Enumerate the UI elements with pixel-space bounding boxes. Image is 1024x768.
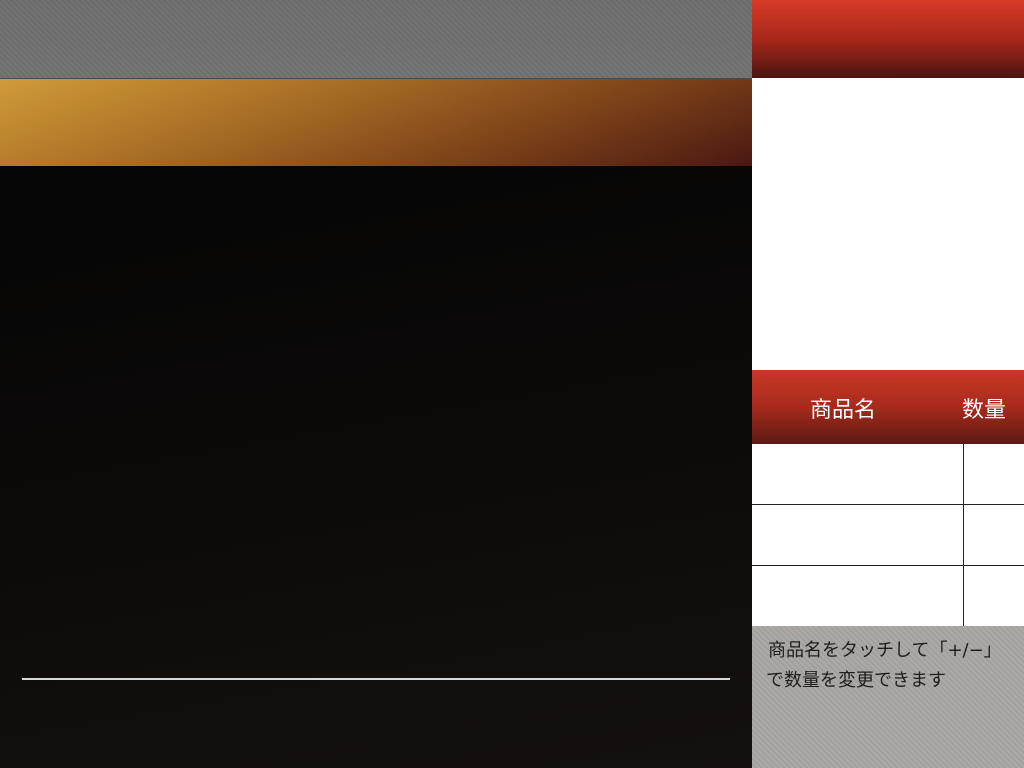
order-summary-area: [752, 78, 1024, 370]
order-row[interactable]: [752, 505, 1024, 566]
order-cell-product-name[interactable]: [752, 444, 964, 504]
divider-line: [22, 678, 730, 680]
order-row[interactable]: [752, 444, 1024, 505]
order-panel-header-bar: [752, 0, 1024, 78]
order-screen: 商品名 数量 商品名をタッチして「+/−」 で数量を変更できます: [0, 0, 1024, 768]
order-cell-product-name[interactable]: [752, 566, 964, 626]
order-row[interactable]: [752, 566, 1024, 627]
instruction-panel: 商品名をタッチして「+/−」 で数量を変更できます: [752, 626, 1024, 768]
order-cell-quantity[interactable]: [964, 566, 1024, 626]
column-header-quantity: 数量: [962, 398, 1007, 423]
category-bar[interactable]: [0, 79, 752, 166]
order-cell-quantity[interactable]: [964, 444, 1024, 504]
instruction-text-line1: 商品名をタッチして「+/−」: [768, 640, 1002, 661]
order-table-body: [752, 444, 1024, 627]
order-cell-product-name[interactable]: [752, 505, 964, 565]
order-cell-quantity[interactable]: [964, 505, 1024, 565]
column-header-product-name: 商品名: [810, 398, 877, 423]
order-table-header: 商品名 数量: [752, 370, 1024, 444]
top-toolbar: [0, 0, 752, 79]
instruction-text-line2: で数量を変更できます: [766, 670, 946, 691]
